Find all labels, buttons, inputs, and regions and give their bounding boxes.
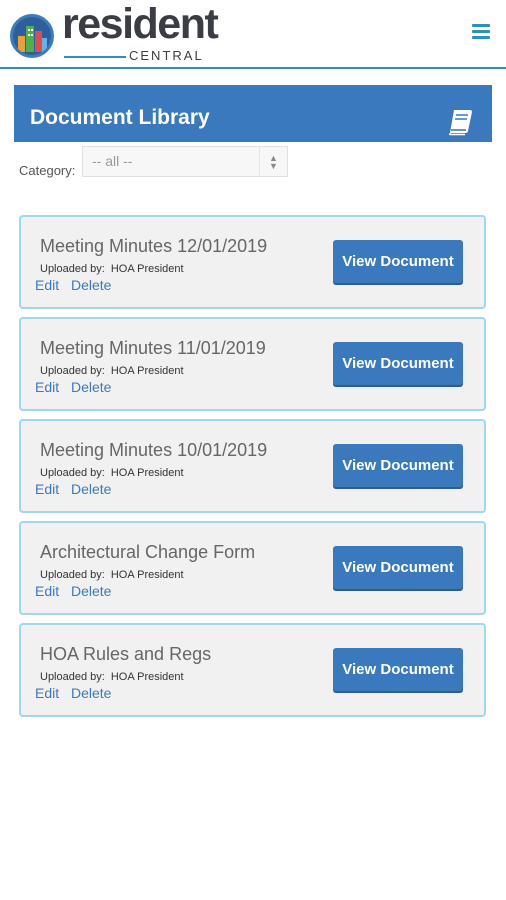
document-card: Meeting Minutes 10/01/2019 Uploaded by: H… [19, 419, 486, 513]
document-title: Meeting Minutes 12/01/2019 [40, 236, 268, 256]
edit-link[interactable]: Edit [35, 482, 59, 496]
document-uploader: Uploaded by: HOA President [40, 365, 184, 377]
delete-link[interactable]: Delete [71, 380, 111, 394]
delete-link[interactable]: Delete [71, 584, 111, 598]
select-arrows-icon: ▲ ▼ [259, 147, 287, 176]
delete-link[interactable]: Delete [71, 482, 111, 496]
view-document-button[interactable]: View Document [333, 648, 463, 691]
category-label: Category: [19, 163, 76, 178]
document-title: HOA Rules and Regs [40, 644, 212, 664]
page-title: Document Library [30, 106, 210, 129]
document-card: Meeting Minutes 12/01/2019 Uploaded by: H… [19, 215, 486, 309]
edit-link[interactable]: Edit [35, 584, 59, 598]
document-uploader: Uploaded by: HOA President [40, 263, 184, 275]
document-card: Architectural Change Form Uploaded by: HO… [19, 521, 486, 615]
category-select[interactable]: -- all -- ▲ ▼ [82, 146, 288, 177]
top-bar: resident CENTRAL [0, 0, 506, 68]
edit-link[interactable]: Edit [35, 278, 59, 292]
document-title: Meeting Minutes 10/01/2019 [40, 440, 268, 460]
hamburger-menu-icon[interactable] [472, 24, 490, 40]
document-uploader: Uploaded by: HOA President [40, 671, 184, 683]
delete-link[interactable]: Delete [71, 278, 111, 292]
header-divider [0, 67, 506, 69]
view-document-button[interactable]: View Document [333, 240, 463, 283]
delete-link[interactable]: Delete [71, 686, 111, 700]
view-document-button[interactable]: View Document [333, 342, 463, 385]
document-title: Architectural Change Form [40, 542, 256, 562]
category-selected-value: -- all -- [92, 153, 133, 169]
brand-tagline: CENTRAL [129, 48, 204, 63]
view-document-button[interactable]: View Document [333, 444, 463, 487]
document-title: Meeting Minutes 11/01/2019 [40, 338, 266, 358]
brand-name: resident [62, 0, 219, 48]
logo-icon [10, 14, 54, 58]
document-uploader: Uploaded by: HOA President [40, 569, 184, 581]
view-document-button[interactable]: View Document [333, 546, 463, 589]
library-header: Document Library [14, 85, 492, 142]
document-card: HOA Rules and Regs Uploaded by: HOA Presi… [19, 623, 486, 717]
document-uploader: Uploaded by: HOA President [40, 467, 184, 479]
edit-link[interactable]: Edit [35, 686, 59, 700]
edit-link[interactable]: Edit [35, 380, 59, 394]
book-icon [446, 107, 476, 137]
document-card: Meeting Minutes 11/01/2019 Uploaded by: H… [19, 317, 486, 411]
brand-underline [64, 56, 126, 58]
